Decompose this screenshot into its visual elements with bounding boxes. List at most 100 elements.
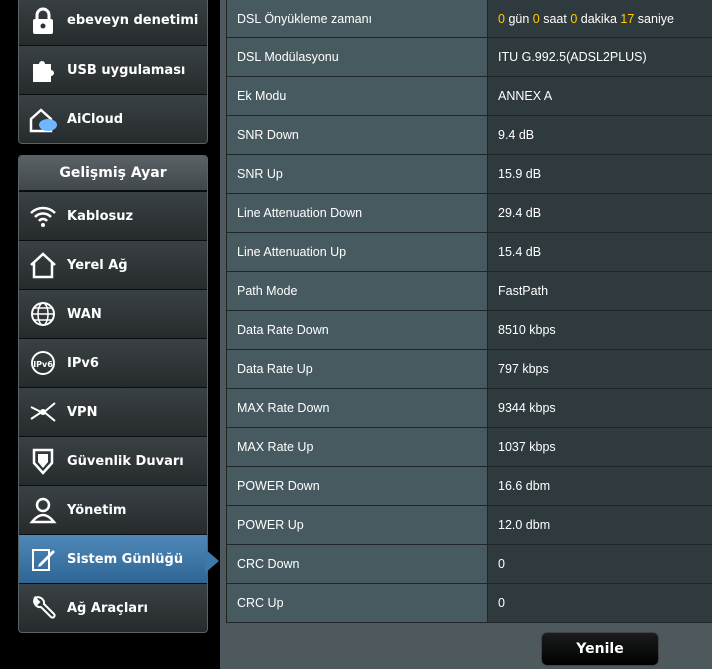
- sidebar-item-label: Yönetim: [67, 502, 127, 518]
- row-value: 29.4 dB: [488, 194, 712, 232]
- row-label: SNR Down: [227, 116, 488, 154]
- row-label: Line Attenuation Up: [227, 233, 488, 271]
- active-indicator-arrow: [205, 549, 219, 573]
- row-value: 797 kbps: [488, 350, 712, 388]
- sidebar-item-label: Kablosuz: [67, 208, 134, 224]
- uptime-value: 0 gün 0 saat 0 dakika 17 saniye: [488, 0, 712, 37]
- sidebar-item-vpn[interactable]: VPN: [19, 387, 207, 436]
- advanced-settings-header: Gelişmiş Ayar: [19, 156, 207, 191]
- home-icon: [25, 247, 61, 283]
- table-row: Line Attenuation Down 29.4 dB: [227, 194, 712, 233]
- uptime-minutes: 0: [570, 11, 578, 26]
- table-row: DSL Modülasyonu ITU G.992.5(ADSL2PLUS): [227, 38, 712, 77]
- sidebar-item-label: Yerel Ağ: [67, 257, 128, 273]
- row-label: Line Attenuation Down: [227, 194, 488, 232]
- svg-text:IPv6: IPv6: [33, 360, 53, 369]
- sidebar-item-ipv6[interactable]: IPv6 IPv6: [19, 338, 207, 387]
- sidebar-item-lan[interactable]: Yerel Ağ: [19, 240, 207, 289]
- user-icon: [25, 492, 61, 528]
- sidebar-item-label: VPN: [67, 404, 98, 420]
- table-row: SNR Down 9.4 dB: [227, 116, 712, 155]
- advanced-nav-group: Gelişmiş Ayar Kablosuz Yerel Ağ WAN IPv6…: [18, 155, 208, 633]
- uptime-days-unit: gün: [508, 11, 530, 26]
- sidebar-item-parental-control[interactable]: ebeveyn denetimi: [19, 0, 207, 45]
- wifi-icon: [25, 198, 61, 234]
- vpn-icon: [25, 394, 61, 430]
- uptime-hours: 0: [532, 11, 540, 26]
- uptime-hours-unit: saat: [543, 11, 567, 26]
- row-value: FastPath: [488, 272, 712, 310]
- row-label: POWER Up: [227, 506, 488, 544]
- row-label: CRC Down: [227, 545, 488, 583]
- row-value: 0: [488, 584, 712, 622]
- row-label: Data Rate Up: [227, 350, 488, 388]
- row-value: 9344 kbps: [488, 389, 712, 427]
- table-row: CRC Down 0: [227, 545, 712, 584]
- top-nav-group: ebeveyn denetimi USB uygulaması AiCloud: [18, 0, 208, 144]
- uptime-minutes-unit: dakika: [580, 11, 617, 26]
- sidebar-item-label: WAN: [67, 306, 102, 322]
- table-row: POWER Down 16.6 dbm: [227, 467, 712, 506]
- table-row: Line Attenuation Up 15.4 dB: [227, 233, 712, 272]
- tools-icon: [25, 590, 61, 626]
- sidebar-item-usb-apps[interactable]: USB uygulaması: [19, 45, 207, 94]
- sidebar-item-wireless[interactable]: Kablosuz: [19, 191, 207, 240]
- sidebar-item-wan[interactable]: WAN: [19, 289, 207, 338]
- main-panel: DSL Önyükleme zamanı 0 gün 0 saat 0 daki…: [220, 0, 712, 669]
- row-value: ITU G.992.5(ADSL2PLUS): [488, 38, 712, 76]
- row-label: MAX Rate Up: [227, 428, 488, 466]
- row-value: 16.6 dbm: [488, 467, 712, 505]
- sidebar: ebeveyn denetimi USB uygulaması AiCloud …: [0, 0, 220, 669]
- sidebar-item-aicloud[interactable]: AiCloud: [19, 94, 207, 143]
- sidebar-item-label: Güvenlik Duvarı: [67, 453, 184, 469]
- row-label: DSL Önyükleme zamanı: [227, 0, 488, 37]
- row-label: POWER Down: [227, 467, 488, 505]
- table-row: Data Rate Down 8510 kbps: [227, 311, 712, 350]
- row-value: 15.9 dB: [488, 155, 712, 193]
- dsl-status-table: DSL Önyükleme zamanı 0 gün 0 saat 0 daki…: [226, 0, 712, 623]
- row-label: Data Rate Down: [227, 311, 488, 349]
- row-label: CRC Up: [227, 584, 488, 622]
- table-row: MAX Rate Down 9344 kbps: [227, 389, 712, 428]
- sidebar-item-administration[interactable]: Yönetim: [19, 485, 207, 534]
- table-row: SNR Up 15.9 dB: [227, 155, 712, 194]
- row-label: SNR Up: [227, 155, 488, 193]
- shield-icon: [25, 443, 61, 479]
- row-value: 1037 kbps: [488, 428, 712, 466]
- lock-icon: [25, 3, 61, 39]
- uptime-seconds-unit: saniye: [637, 11, 674, 26]
- row-value: 9.4 dB: [488, 116, 712, 154]
- sidebar-item-label: USB uygulaması: [67, 62, 186, 78]
- puzzle-icon: [25, 52, 61, 88]
- table-row: Path Mode FastPath: [227, 272, 712, 311]
- row-value: 0: [488, 545, 712, 583]
- row-label: Ek Modu: [227, 77, 488, 115]
- sidebar-item-label: Sistem Günlüğü: [67, 551, 184, 567]
- row-label: Path Mode: [227, 272, 488, 310]
- table-row: Data Rate Up 797 kbps: [227, 350, 712, 389]
- uptime-seconds: 17: [620, 11, 635, 26]
- table-row: POWER Up 12.0 dbm: [227, 506, 712, 545]
- row-label: MAX Rate Down: [227, 389, 488, 427]
- sidebar-item-label: IPv6: [67, 355, 99, 371]
- table-row: MAX Rate Up 1037 kbps: [227, 428, 712, 467]
- sidebar-item-label: AiCloud: [67, 111, 124, 127]
- row-value: 8510 kbps: [488, 311, 712, 349]
- log-edit-icon: [25, 541, 61, 577]
- sidebar-item-system-log[interactable]: Sistem Günlüğü: [19, 534, 207, 583]
- row-value: ANNEX A: [488, 77, 712, 115]
- table-row: DSL Önyükleme zamanı 0 gün 0 saat 0 daki…: [227, 0, 712, 38]
- sidebar-item-label: Ağ Araçları: [67, 600, 148, 616]
- cloud-house-icon: [25, 101, 61, 137]
- sidebar-item-network-tools[interactable]: Ağ Araçları: [19, 583, 207, 632]
- sidebar-item-label: ebeveyn denetimi: [67, 13, 199, 28]
- row-value: 12.0 dbm: [488, 506, 712, 544]
- ipv6-globe-icon: IPv6: [25, 345, 61, 381]
- sidebar-item-firewall[interactable]: Güvenlik Duvarı: [19, 436, 207, 485]
- table-row: CRC Up 0: [227, 584, 712, 623]
- row-value: 15.4 dB: [488, 233, 712, 271]
- uptime-days: 0: [498, 11, 505, 26]
- refresh-button[interactable]: Yenile: [541, 632, 659, 666]
- globe-icon: [25, 296, 61, 332]
- row-label: DSL Modülasyonu: [227, 38, 488, 76]
